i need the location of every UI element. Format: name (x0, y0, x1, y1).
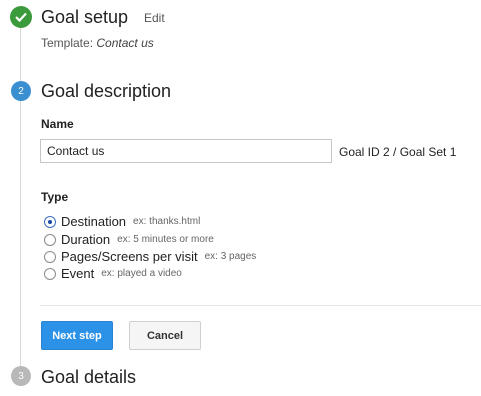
step-connector (20, 101, 21, 366)
step-title-goal-description: Goal description (41, 81, 172, 101)
step-connector (20, 28, 21, 81)
cancel-button[interactable]: Cancel (129, 321, 201, 350)
step-number-badge: 2 (11, 81, 31, 101)
step-title-goal-setup: Goal setup (41, 7, 129, 27)
type-option-label: Duration (61, 232, 111, 247)
name-label: Name (41, 117, 74, 131)
radio-button[interactable] (44, 215, 56, 228)
type-option-destination[interactable]: Destination ex: thanks.html (44, 214, 200, 229)
type-option-pages[interactable]: Pages/Screens per visit ex: 3 pages (44, 249, 256, 264)
next-step-button[interactable]: Next step (41, 321, 113, 350)
step-number-badge: 3 (11, 366, 31, 386)
template-value: Contact us (96, 36, 154, 50)
type-option-example: ex: 3 pages (204, 251, 257, 262)
radio-button[interactable] (44, 233, 56, 246)
radio-button[interactable] (44, 250, 56, 263)
type-option-example: ex: played a video (101, 268, 182, 279)
type-option-example: ex: thanks.html (133, 216, 201, 227)
type-option-label: Pages/Screens per visit (61, 249, 198, 264)
step-complete-badge (10, 6, 32, 28)
section-divider (40, 305, 481, 306)
type-option-duration[interactable]: Duration ex: 5 minutes or more (44, 232, 214, 247)
type-option-label: Event (61, 266, 95, 281)
template-text: Template: Contact us (41, 36, 154, 50)
radio-button[interactable] (44, 267, 56, 280)
type-option-label: Destination (61, 214, 127, 229)
type-label: Type (41, 190, 69, 204)
goal-id-text: Goal ID 2 / Goal Set 1 (339, 145, 457, 159)
goal-name-input[interactable] (40, 139, 332, 163)
step-title-goal-details: Goal details (41, 367, 137, 387)
type-option-event[interactable]: Event ex: played a video (44, 266, 182, 281)
check-icon (15, 12, 27, 22)
edit-link[interactable]: Edit (144, 11, 165, 25)
type-option-example: ex: 5 minutes or more (117, 234, 214, 245)
template-prefix: Template: (41, 36, 94, 50)
